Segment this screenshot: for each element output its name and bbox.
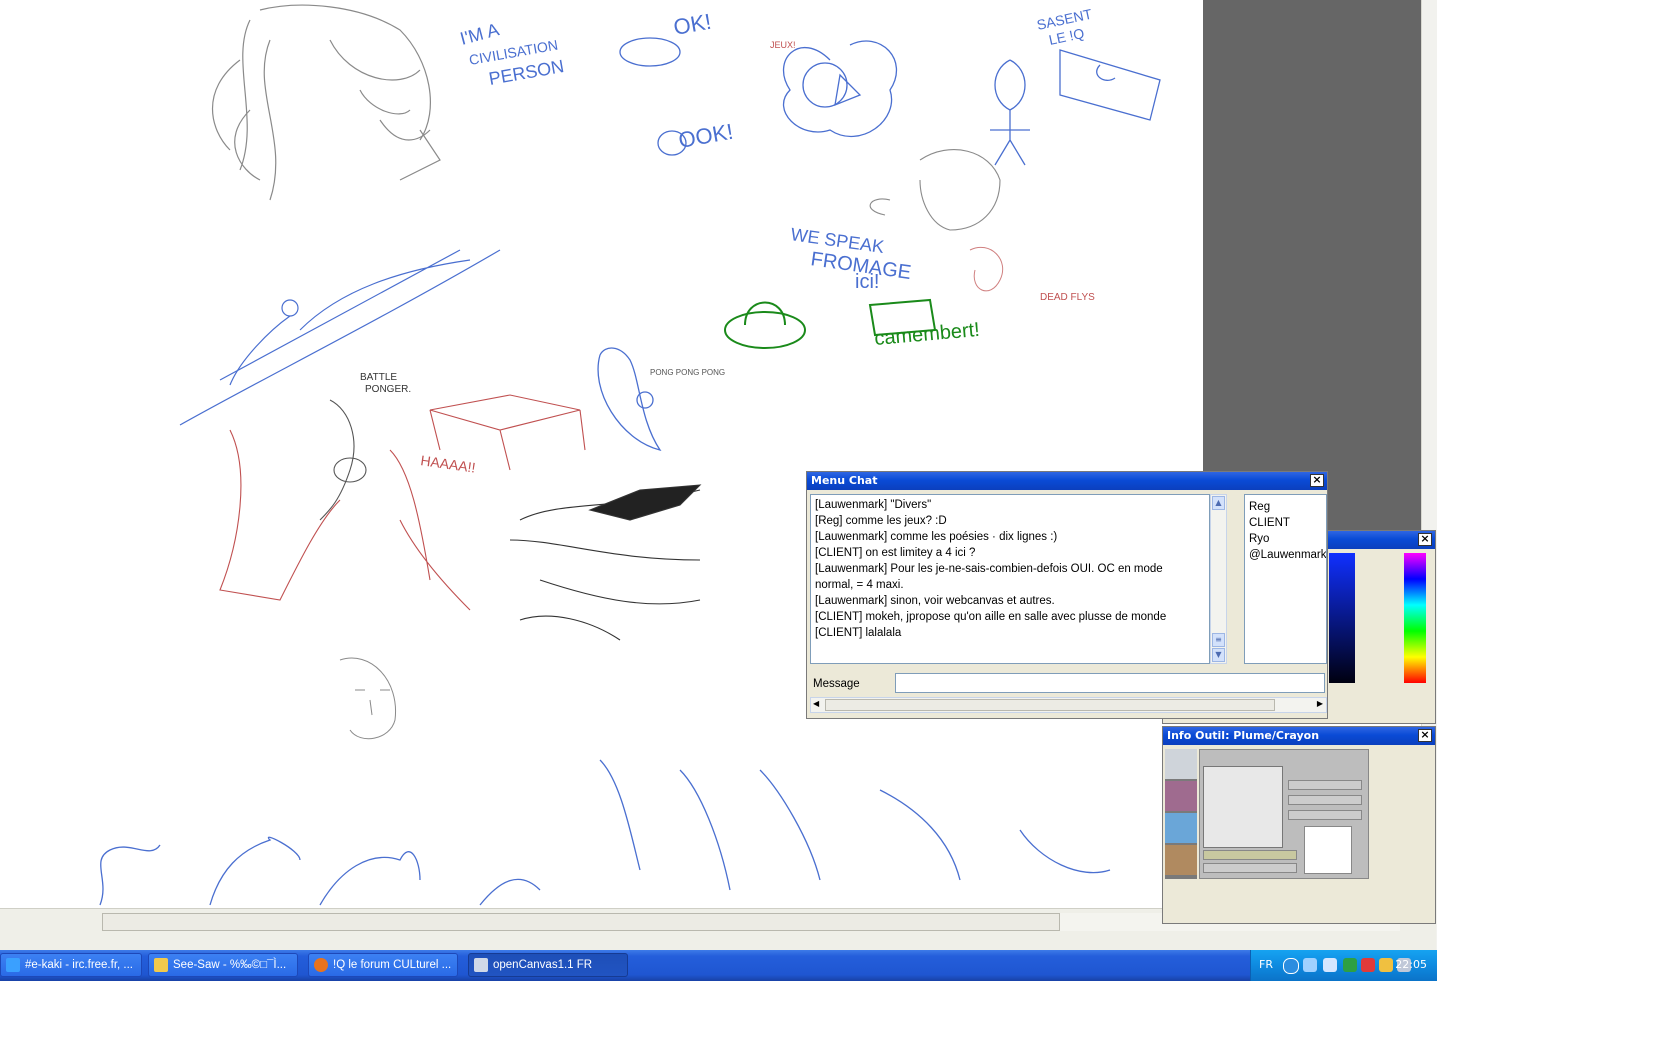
taskbar-button-label: openCanvas1.1 FR <box>493 959 593 971</box>
antivirus-icon[interactable] <box>1361 958 1375 972</box>
sketch-man-face <box>869 149 1001 231</box>
tool-info-panel: Info Outil: Plume/Crayon × <box>1162 726 1436 924</box>
pressure-slider[interactable] <box>1203 850 1297 860</box>
monitor-icon[interactable] <box>1323 958 1337 972</box>
chat-message: [Lauwenmark] sinon, voir webcanvas et au… <box>815 595 1055 607</box>
doodle-text: I'M A <box>458 19 501 49</box>
taskbar: #e-kaki - irc.free.fr, ... See-Saw - %‰©… <box>0 950 1437 981</box>
tool-panel-title: Info Outil: Plume/Crayon <box>1167 729 1320 742</box>
seesaw-icon <box>154 958 168 972</box>
message-horizontal-scrollbar[interactable]: ◀ ▶ <box>810 697 1327 713</box>
opencanvas-icon <box>474 958 488 972</box>
tray-app-icon[interactable] <box>1379 958 1393 972</box>
user-list-item[interactable]: CLIENT <box>1249 515 1322 531</box>
close-icon[interactable]: × <box>1418 729 1432 742</box>
sketch-dead-flys <box>969 246 1004 292</box>
user-list-item[interactable]: @Lauwenmark <box>1249 547 1326 563</box>
sketch-battle-ponger <box>319 399 367 521</box>
density-slider[interactable] <box>1288 810 1362 820</box>
tool-panel-titlebar[interactable]: Info Outil: Plume/Crayon × <box>1163 727 1435 745</box>
color-value-gradient[interactable] <box>1329 553 1355 683</box>
chat-message: [Reg] comme les jeux? :D <box>815 515 947 527</box>
chat-message: [CLIENT] mokeh, jpropose qu'on aille en … <box>815 611 1167 623</box>
airbrush-tool-icon[interactable] <box>1165 845 1197 875</box>
chat-message: [Lauwenmark] Pour les je-ne-sais-combien… <box>815 563 1163 575</box>
user-list-item[interactable]: Reg <box>1249 499 1322 515</box>
clock: 22:05 <box>1395 958 1427 971</box>
firefox-icon <box>314 958 328 972</box>
doodle-text: OK! <box>672 9 714 40</box>
close-icon[interactable]: × <box>1310 474 1324 487</box>
scroll-left-icon[interactable]: ◀ <box>813 699 819 708</box>
doodle-text: PONG PONG PONG <box>650 368 725 377</box>
sketch-old-face <box>339 657 397 740</box>
chat-message: [Lauwenmark] "Divers" <box>815 499 932 511</box>
sketch-blue-ghost <box>597 347 662 452</box>
taskbar-button-opencanvas[interactable]: openCanvas1.1 FR <box>468 953 628 977</box>
doodle-text: BATTLE <box>360 372 397 383</box>
chat-message: [CLIENT] on est limitey a 4 ici ? <box>815 547 976 559</box>
sketch-girl <box>212 4 441 201</box>
scroll-thumb[interactable]: ≡ <box>1212 633 1225 647</box>
doodle-text: OOK! <box>677 119 736 153</box>
water-tool-icon[interactable] <box>1165 813 1197 843</box>
taskbar-button-forum[interactable]: !Q le forum CULturel ... <box>308 953 458 977</box>
brush-preview <box>1203 766 1283 848</box>
chat-log-scrollbar[interactable]: ▲ ≡ ▼ <box>1210 494 1227 664</box>
horizontal-scrollbar-thumb[interactable] <box>102 913 1060 931</box>
size-slider[interactable] <box>1288 780 1362 790</box>
taskbar-button-label: !Q le forum CULturel ... <box>333 959 452 971</box>
canvas-sketches: I'M A CIVILISATION PERSON OK! JEUX! OOK!… <box>99 4 1161 906</box>
doodle-text: ici! <box>855 271 879 293</box>
close-icon[interactable]: × <box>1418 533 1432 546</box>
system-tray: FR 22:05 <box>1250 950 1437 981</box>
wireless-icon[interactable] <box>1343 958 1357 972</box>
doodle-text: DEAD FLYS <box>1040 292 1095 303</box>
taskbar-button-label: #e-kaki - irc.free.fr, ... <box>25 959 133 971</box>
doodle-text-camembert: camembert! <box>874 319 981 350</box>
taskbar-button-seesaw[interactable]: See-Saw - %‰©□¯Ì... <box>148 953 298 977</box>
brush-tool-icon[interactable] <box>1165 781 1197 811</box>
tool-settings-area <box>1199 749 1369 879</box>
scroll-up-icon[interactable]: ▲ <box>1212 496 1225 510</box>
doodle-text-civilisation: I'M A CIVILISATION PERSON <box>458 19 566 89</box>
chat-log[interactable]: [Lauwenmark] "Divers" [Reg] comme les je… <box>810 494 1210 664</box>
sketch-blue-plants <box>99 759 1111 906</box>
doodle-text: PONGER. <box>365 384 411 395</box>
message-label: Message <box>813 678 860 690</box>
tray-arrow-icon[interactable] <box>1283 958 1299 974</box>
chat-title: Menu Chat <box>811 474 878 487</box>
drawing-canvas[interactable]: I'M A CIVILISATION PERSON OK! JEUX! OOK!… <box>0 0 1203 908</box>
scroll-thumb[interactable] <box>825 699 1275 711</box>
chat-titlebar[interactable]: Menu Chat × <box>807 472 1327 490</box>
sketch-surfer <box>179 249 501 426</box>
chat-window: Menu Chat × [Lauwenmark] "Divers" [Reg] … <box>806 471 1328 719</box>
workspace-background <box>1203 0 1436 530</box>
pen-tool-icon[interactable] <box>1165 749 1197 779</box>
scroll-down-icon[interactable]: ▼ <box>1212 648 1225 662</box>
user-list-item[interactable]: Ryo <box>1249 531 1322 547</box>
network-icon[interactable] <box>1303 958 1317 972</box>
doodle-text: HAAAA!! <box>420 452 477 476</box>
tool-brushes-column <box>1165 749 1197 879</box>
chat-message: [CLIENT] lalalala <box>815 627 902 639</box>
taskbar-button-label: See-Saw - %‰©□¯Ì... <box>173 959 287 971</box>
blur-slider[interactable] <box>1203 863 1297 873</box>
user-list[interactable]: Reg CLIENT Ryo @Lauwenmark <box>1244 494 1327 664</box>
doodle-text: JEUX! <box>770 40 796 50</box>
opacity-slider[interactable] <box>1288 795 1362 805</box>
chat-message: [Lauwenmark] comme les poésies · dix lig… <box>815 531 1058 543</box>
language-indicator[interactable]: FR <box>1259 958 1273 971</box>
pressure-curve-graph[interactable] <box>1304 826 1352 874</box>
sketch-red-table <box>219 394 586 611</box>
empty-screen-area <box>0 981 1680 1050</box>
message-input[interactable] <box>895 673 1325 693</box>
sketch-dragon <box>509 484 702 641</box>
scroll-right-icon[interactable]: ▶ <box>1317 699 1323 708</box>
hue-slider[interactable] <box>1404 553 1426 683</box>
taskbar-button-irc[interactable]: #e-kaki - irc.free.fr, ... <box>0 953 142 977</box>
irc-icon <box>6 958 20 972</box>
chat-message: normal, = 4 maxi. <box>815 579 904 591</box>
